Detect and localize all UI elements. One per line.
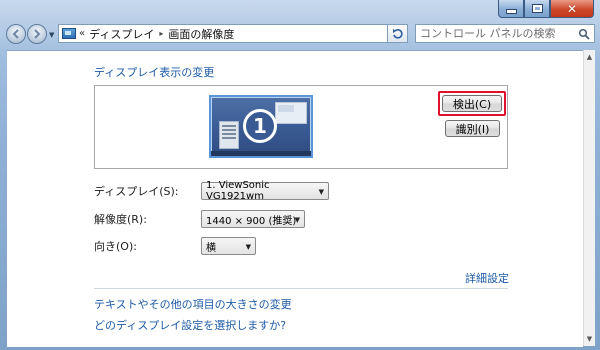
search-input[interactable] xyxy=(416,26,576,41)
back-button[interactable] xyxy=(6,24,26,44)
resolution-row: 解像度(R): 1440 × 900 (推奨) ▼ xyxy=(94,209,305,229)
orientation-label: 向き(O): xyxy=(94,240,137,253)
monitor-preview[interactable]: 1 xyxy=(209,95,313,158)
chevron-down-icon: ▼ xyxy=(318,188,324,196)
scroll-up-icon[interactable]: ▲ xyxy=(584,50,595,64)
scroll-track[interactable] xyxy=(584,64,595,332)
text-size-link[interactable]: テキストやその他の項目の大きさの変更 xyxy=(94,296,292,312)
caption-buttons: ✕ xyxy=(498,0,594,18)
close-icon: ✕ xyxy=(566,1,578,16)
monitor-document-thumbnail xyxy=(219,121,239,149)
minimize-button[interactable] xyxy=(498,0,524,18)
display-folder-icon xyxy=(62,28,76,39)
recent-pages-dropdown-icon[interactable]: ▼ xyxy=(49,31,54,39)
section-divider xyxy=(94,288,508,289)
identify-button[interactable]: 識別(I) xyxy=(445,120,500,137)
maximize-button[interactable] xyxy=(524,0,550,18)
refresh-button[interactable] xyxy=(387,24,408,43)
orientation-select[interactable]: 横 ▼ xyxy=(201,237,256,255)
display-select-value: 1. ViewSonic VG1921wm xyxy=(206,180,270,202)
close-button[interactable]: ✕ xyxy=(550,0,594,18)
breadcrumb-resolution[interactable]: 画面の解像度 xyxy=(168,26,234,42)
refresh-icon xyxy=(392,28,403,39)
back-arrow-icon xyxy=(12,29,19,39)
page-title: ディスプレイ表示の変更 xyxy=(94,66,215,79)
orientation-select-value: 横 xyxy=(206,242,216,254)
orientation-row: 向き(O): 横 ▼ xyxy=(94,236,256,256)
address-bar[interactable]: « ディスプレイ ▸ 画面の解像度 ▼ xyxy=(58,24,407,43)
breadcrumb-display[interactable]: ディスプレイ xyxy=(89,26,154,42)
forward-button[interactable] xyxy=(27,24,47,44)
display-label: ディスプレイ(S): xyxy=(94,185,179,198)
search-icon[interactable] xyxy=(576,26,592,42)
resolution-select-value: 1440 × 900 (推奨) xyxy=(206,215,297,227)
address-overflow-chevron[interactable]: « xyxy=(79,28,85,39)
chevron-down-icon: ▼ xyxy=(294,216,300,224)
scroll-down-icon[interactable]: ▼ xyxy=(584,332,595,346)
display-row: ディスプレイ(S): 1. ViewSonic VG1921wm ▼ xyxy=(94,180,329,202)
detect-button[interactable]: 検出(C) xyxy=(442,95,502,112)
content-pane: ディスプレイ表示の変更 1 検出(C) 識別(I) ディスプレイ(S): 1. … xyxy=(7,50,583,347)
advanced-settings-link[interactable]: 詳細設定 xyxy=(465,270,509,286)
which-display-settings-link[interactable]: どのディスプレイ設定を選択しますか? xyxy=(94,317,286,333)
search-box[interactable] xyxy=(415,24,595,43)
monitor-taskbar xyxy=(211,151,311,156)
chevron-down-icon: ▼ xyxy=(245,243,251,251)
monitor-window-thumbnail xyxy=(275,102,307,124)
resolution-select[interactable]: 1440 × 900 (推奨) ▼ xyxy=(201,210,305,228)
forward-arrow-icon xyxy=(34,29,41,39)
breadcrumb-separator-icon[interactable]: ▸ xyxy=(159,29,163,38)
navigation-bar: ▼ « ディスプレイ ▸ 画面の解像度 ▼ xyxy=(0,22,600,46)
minimize-icon xyxy=(505,9,517,14)
monitor-number-badge: 1 xyxy=(243,109,277,143)
maximize-icon xyxy=(531,4,543,13)
vertical-scrollbar[interactable]: ▲ ▼ xyxy=(583,50,595,346)
resolution-label: 解像度(R): xyxy=(94,213,147,226)
display-preview-panel: 1 検出(C) 識別(I) xyxy=(94,85,508,169)
display-select[interactable]: 1. ViewSonic VG1921wm ▼ xyxy=(201,180,329,202)
